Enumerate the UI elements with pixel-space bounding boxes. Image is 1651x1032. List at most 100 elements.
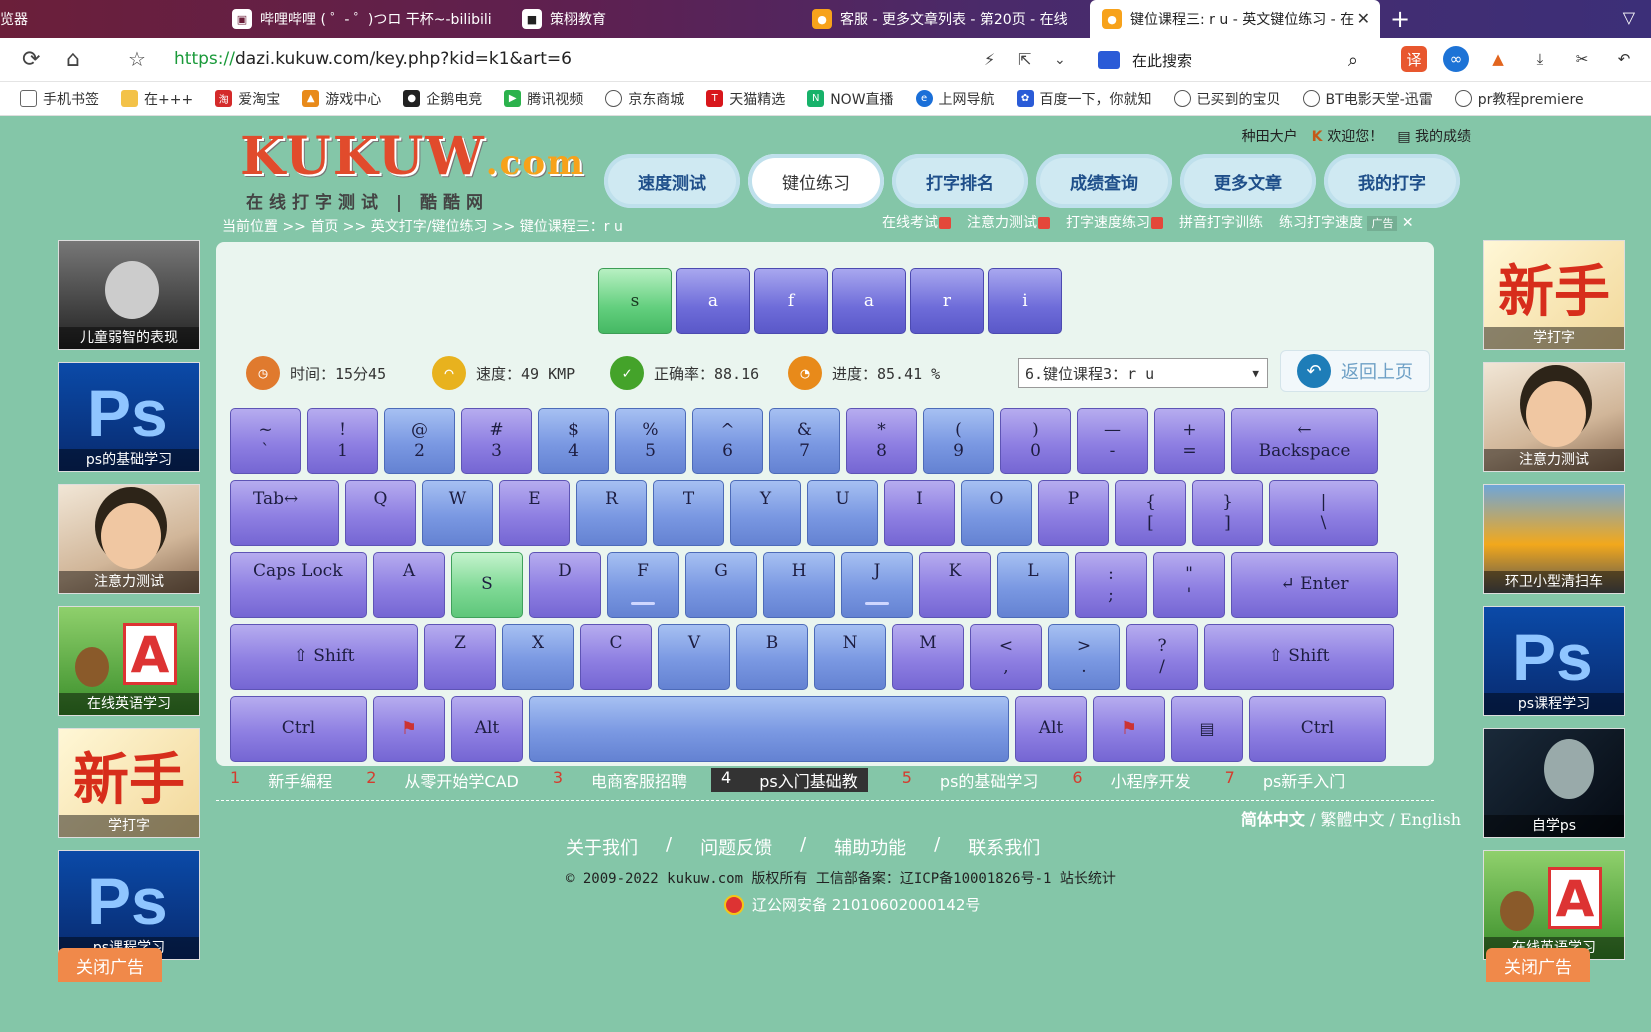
ad-banner[interactable]: 注意力测试	[1483, 362, 1625, 472]
bookmark-item[interactable]: ▶ 腾讯视频	[504, 89, 583, 109]
icp-record[interactable]: 辽公网安备 21010602000142号	[724, 894, 980, 915]
tag-link[interactable]: 7 ps新手入门	[1225, 768, 1346, 792]
my-scores-link[interactable]: ▤ 我的成绩	[1397, 126, 1471, 146]
scissors-icon[interactable]: ✂	[1569, 46, 1595, 72]
key[interactable]: :;	[1075, 552, 1147, 618]
key[interactable]: X	[502, 624, 574, 690]
tag-link[interactable]: 6 小程序开发	[1072, 768, 1190, 792]
undo-icon[interactable]: ↶	[1611, 46, 1637, 72]
key-left-alt[interactable]: Alt	[451, 696, 523, 762]
tag-link[interactable]: 5 ps的基础学习	[902, 768, 1039, 792]
ad-banner[interactable]: A在线英语学习	[1483, 850, 1625, 960]
ad-banner[interactable]: A在线英语学习	[58, 606, 200, 716]
key-windows[interactable]: ⚑	[373, 696, 445, 762]
lightning-icon[interactable]: ⚡	[984, 50, 995, 69]
download-icon[interactable]: ⤓	[1527, 46, 1553, 72]
key-tab[interactable]: Tab↔	[230, 480, 339, 546]
tab-browser[interactable]: 览器	[0, 0, 220, 38]
key[interactable]: H	[763, 552, 835, 618]
key[interactable]: >.	[1048, 624, 1120, 690]
key[interactable]: A	[373, 552, 445, 618]
game-icon[interactable]: ▲	[1485, 46, 1511, 72]
new-tab-icon[interactable]: +	[1380, 0, 1420, 38]
back-button[interactable]: ↶ 返回上页	[1280, 350, 1430, 392]
key[interactable]: (9	[923, 408, 994, 474]
tab-bilibili[interactable]: ▣ 哔哩哔哩 ( ゜- ゜)つロ 干杯~-bilibili	[220, 0, 510, 38]
key-left-ctrl[interactable]: Ctrl	[230, 696, 367, 762]
nav-my-typing[interactable]: 我的打字	[1324, 154, 1460, 208]
bookmark-item[interactable]: BT电影天堂-迅雷	[1302, 89, 1433, 109]
key[interactable]: M	[892, 624, 964, 690]
ad-banner[interactable]: 新手 学打字	[58, 728, 200, 838]
reload-icon[interactable]: ⟳	[22, 47, 40, 72]
key[interactable]: ~ `	[230, 408, 301, 474]
bookmark-item[interactable]: pr教程premiere	[1454, 89, 1584, 109]
bookmark-item[interactable]: 手机书签	[20, 89, 99, 109]
key[interactable]: Y	[730, 480, 801, 546]
nav-ranking[interactable]: 打字排名	[892, 154, 1028, 208]
translate-icon[interactable]: 译	[1401, 46, 1427, 72]
key[interactable]: T	[653, 480, 724, 546]
sublink-practice-speed[interactable]: 练习打字速度 广告 ✕	[1279, 212, 1414, 232]
bookmark-item[interactable]: e 上网导航	[915, 89, 995, 109]
key[interactable]: + =	[1154, 408, 1225, 474]
share-icon[interactable]: ⇱	[1018, 50, 1031, 69]
key[interactable]: K	[919, 552, 991, 618]
sublink-attention-test[interactable]: 注意力测试	[967, 212, 1050, 232]
breadcrumb[interactable]: 当前位置 >> 首页 >> 英文打字/键位练习 >> 键位课程三：r u	[222, 216, 623, 236]
chevron-down-icon[interactable]: ⌄	[1054, 52, 1066, 68]
key[interactable]: @2	[384, 408, 455, 474]
key-space[interactable]	[529, 696, 1009, 762]
key-right-alt[interactable]: Alt	[1015, 696, 1087, 762]
lesson-select[interactable]: 6.键位课程3：r u ▼	[1018, 358, 1268, 388]
key[interactable]: O	[961, 480, 1032, 546]
key-caps-lock[interactable]: Caps Lock	[230, 552, 367, 618]
key[interactable]: | \	[1269, 480, 1378, 546]
footer-contact[interactable]: 联系我们	[968, 834, 1040, 860]
key[interactable]: E	[499, 480, 570, 546]
bookmark-item[interactable]: 在+++	[121, 89, 193, 109]
footer-accessibility[interactable]: 辅助功能	[834, 834, 906, 860]
key[interactable]: P	[1038, 480, 1109, 546]
key[interactable]: }]	[1192, 480, 1263, 546]
footer-feedback[interactable]: 问题反馈	[700, 834, 772, 860]
tag-link-active[interactable]: 4 ps入门基础教	[711, 768, 868, 792]
close-ad-icon[interactable]: ✕	[1402, 215, 1414, 231]
ad-banner[interactable]: 注意力测试	[58, 484, 200, 594]
key[interactable]: ? /	[1126, 624, 1198, 690]
bookmark-item[interactable]: 京东商城	[605, 89, 684, 109]
key-right-ctrl[interactable]: Ctrl	[1249, 696, 1386, 762]
key[interactable]: <,	[970, 624, 1042, 690]
key[interactable]: Z	[424, 624, 496, 690]
url-input[interactable]: https://dazi.kukuw.com/key.php?kid=k1&ar…	[174, 49, 572, 69]
key[interactable]: D	[529, 552, 601, 618]
search-icon[interactable]: ⌕	[1348, 50, 1358, 71]
ad-banner[interactable]: Psps课程学习	[58, 850, 200, 960]
key[interactable]: I	[884, 480, 955, 546]
key[interactable]: #3	[461, 408, 532, 474]
search-box[interactable]: 在此搜索 ⌕	[1098, 46, 1358, 74]
key[interactable]: G	[685, 552, 757, 618]
ad-banner[interactable]: 儿童弱智的表现	[58, 240, 200, 350]
key[interactable]: U	[807, 480, 878, 546]
footer-about[interactable]: 关于我们	[566, 834, 638, 860]
nav-more-articles[interactable]: 更多文章	[1180, 154, 1316, 208]
tag-link[interactable]: 2 从零开始学CAD	[366, 768, 519, 792]
sublink-pinyin[interactable]: 拼音打字训练	[1179, 212, 1263, 232]
tag-link[interactable]: 3 电商客服招聘	[553, 768, 687, 792]
ad-banner[interactable]: Psps课程学习	[1483, 606, 1625, 716]
key[interactable]: L	[997, 552, 1069, 618]
close-ad-button[interactable]: 关闭广告	[58, 948, 162, 982]
ad-banner[interactable]: Ps ps的基础学习	[58, 362, 200, 472]
key-f[interactable]: F	[607, 552, 679, 618]
key-left-shift[interactable]: ⇧ Shift	[230, 624, 418, 690]
home-icon[interactable]: ⌂	[66, 47, 80, 72]
ad-banner[interactable]: 环卫小型清扫车	[1483, 484, 1625, 594]
key[interactable]: ! 1	[307, 408, 378, 474]
key[interactable]: V	[658, 624, 730, 690]
key[interactable]: {[	[1115, 480, 1186, 546]
key[interactable]: % 5	[615, 408, 686, 474]
bookmark-item[interactable]: T 天猫精选	[706, 89, 785, 109]
sublink-speed-practice[interactable]: 打字速度练习	[1066, 212, 1163, 232]
key[interactable]: & 7	[769, 408, 840, 474]
